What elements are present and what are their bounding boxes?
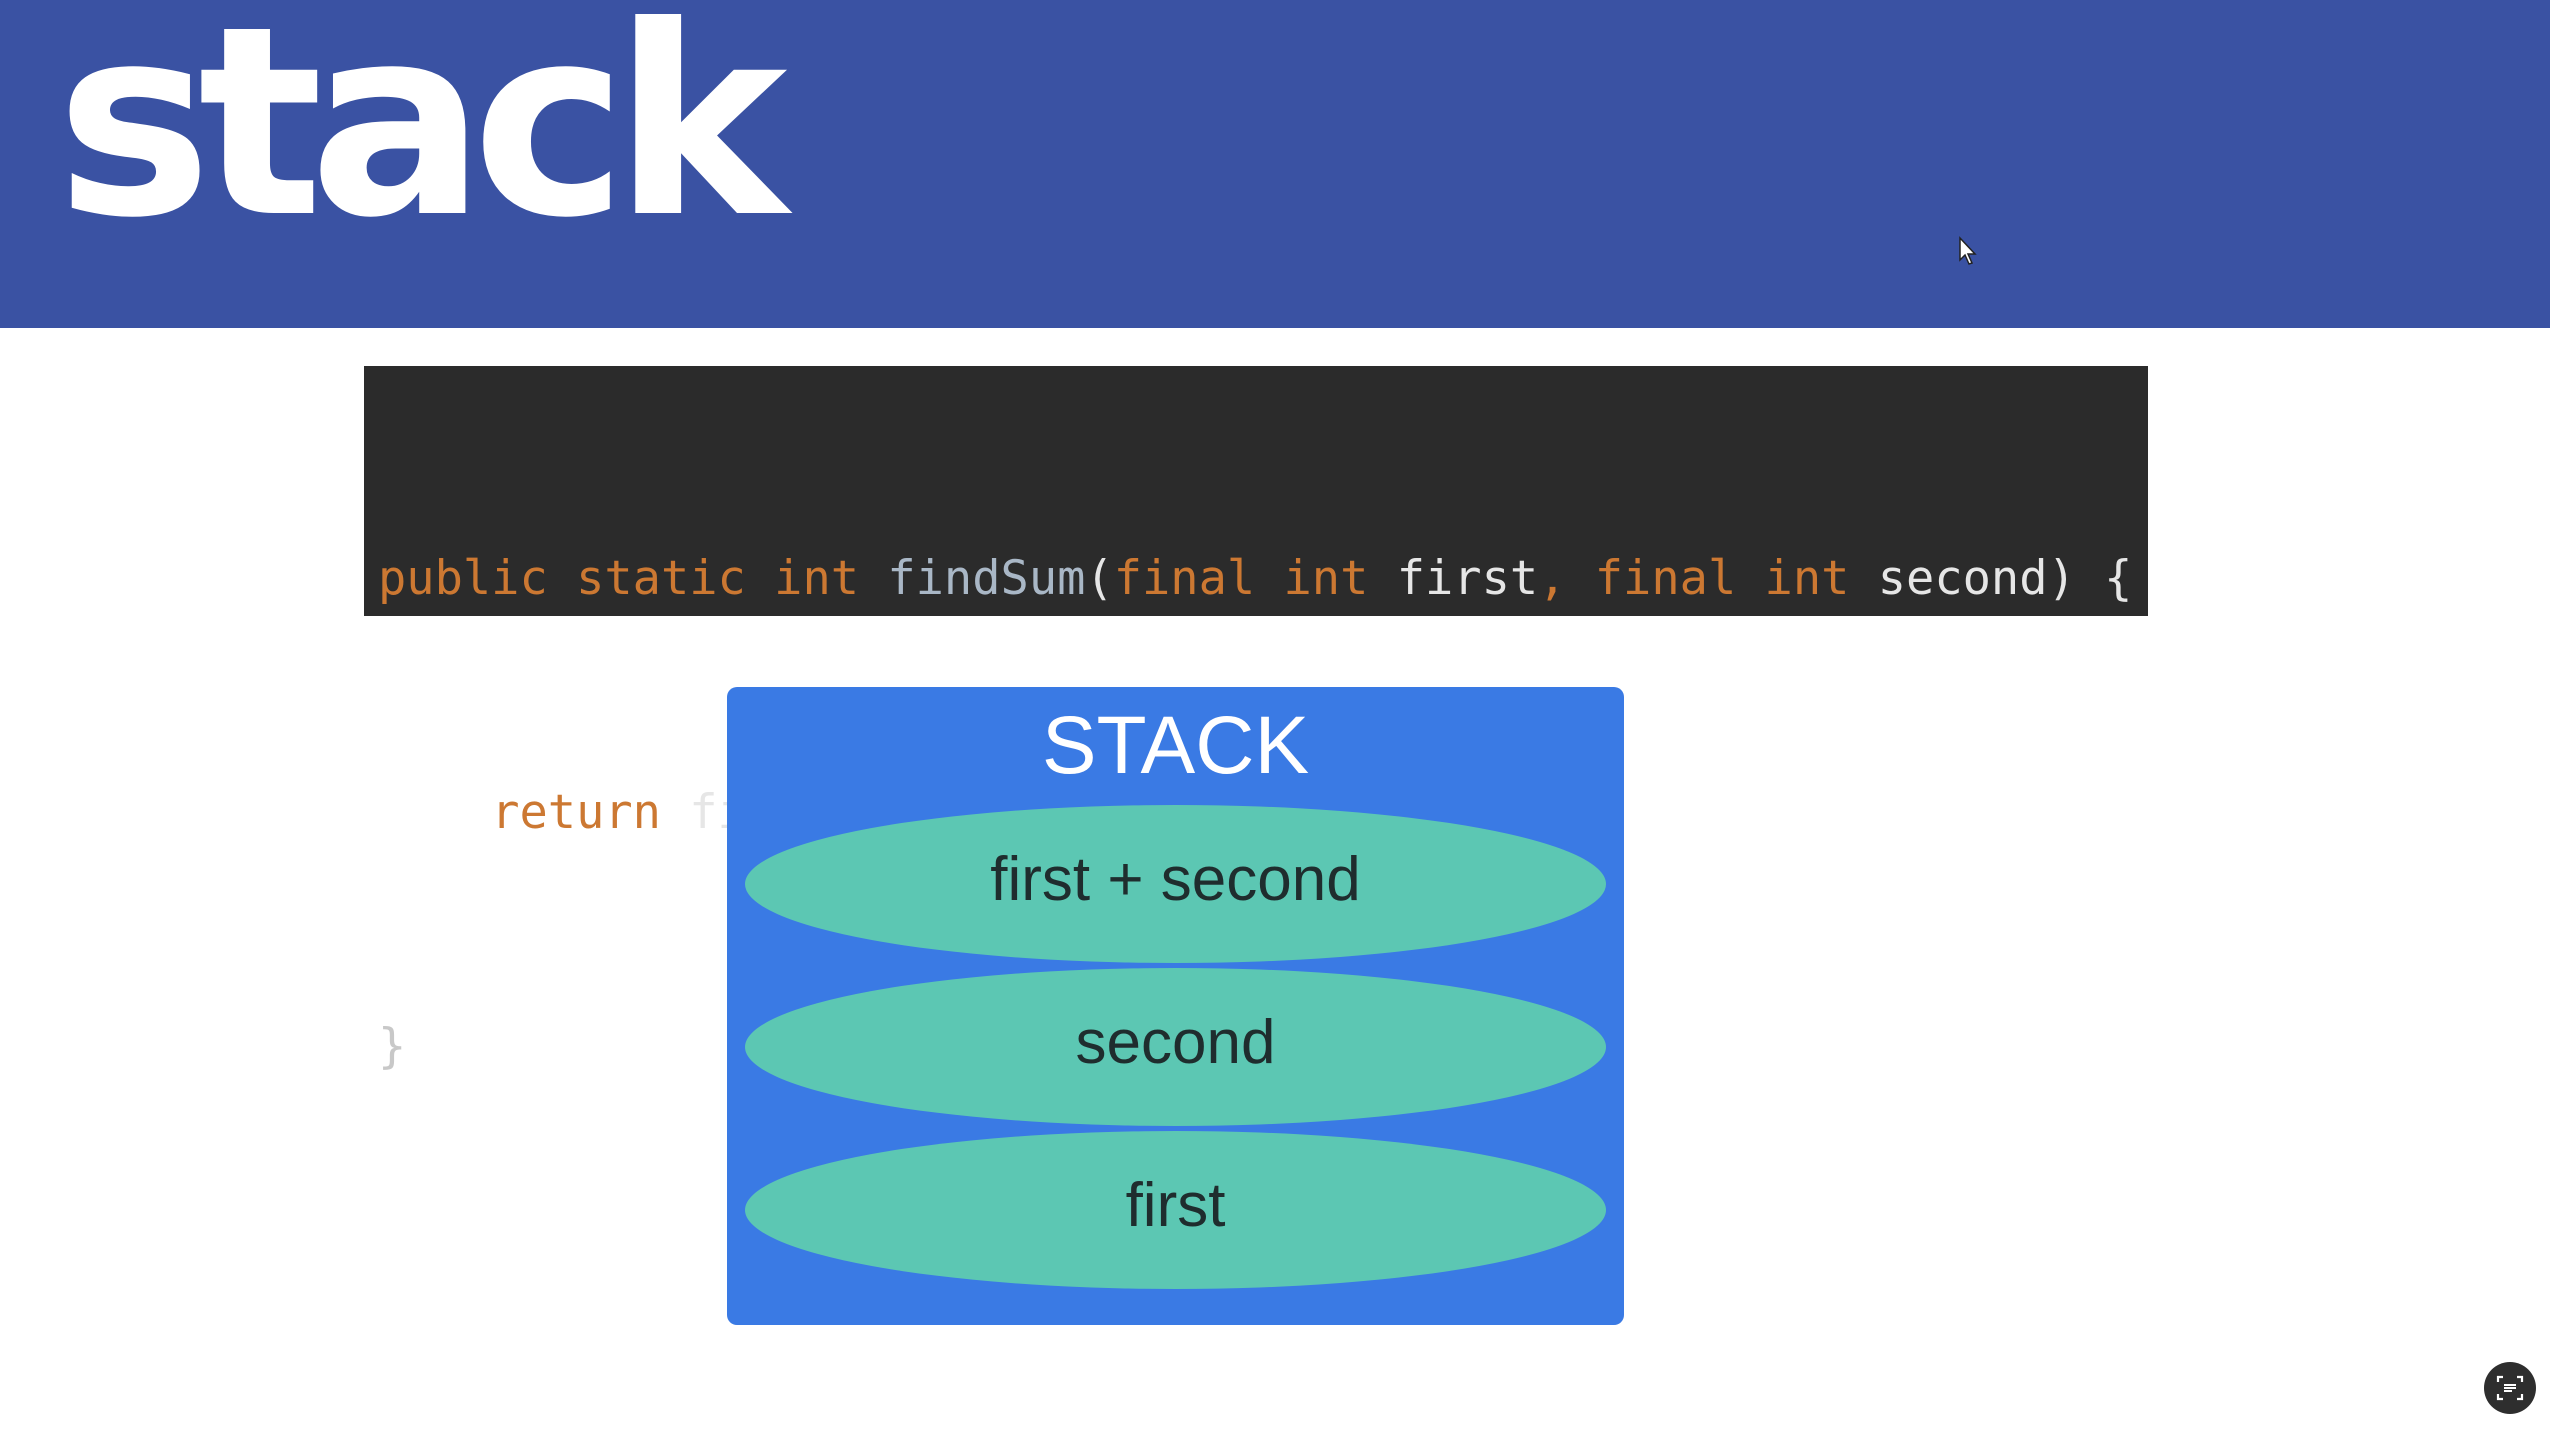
code-token: , <box>1538 551 1595 606</box>
code-token: final int <box>1113 551 1397 606</box>
code-token: second) { <box>1877 551 2133 606</box>
stack-frame-top: first + second <box>745 805 1606 963</box>
stack-frame-middle: second <box>745 968 1606 1126</box>
mouse-pointer-icon <box>1959 236 1977 265</box>
code-token: findSum <box>887 551 1086 606</box>
slide-title: stack <box>56 0 788 275</box>
code-block: public static int findSum(final int firs… <box>364 366 2148 1074</box>
code-token: first <box>1396 551 1539 606</box>
screen-capture-icon[interactable] <box>2484 1362 2536 1414</box>
stack-frame-label: first + second <box>990 844 1361 914</box>
code-token: public static int <box>378 551 888 606</box>
code-token: return <box>491 785 690 840</box>
code-token: ( <box>1085 551 1114 606</box>
header-banner: stack <box>0 0 2550 328</box>
stack-frame-bottom: first <box>745 1131 1606 1289</box>
code-token: } <box>378 1019 407 1074</box>
stack-title: STACK <box>1041 700 1310 791</box>
code-token: final int <box>1594 551 1878 606</box>
stack-frame-label: first <box>1125 1170 1226 1240</box>
code-line-1: public static int findSum(final int firs… <box>378 540 2148 618</box>
screen-capture-glyph <box>2496 1375 2524 1401</box>
stack-frame-label: second <box>1075 1007 1276 1077</box>
stack-diagram: STACK first + second second first <box>727 687 1624 1325</box>
slide: stack public static int findSum(final in… <box>0 0 2550 1432</box>
